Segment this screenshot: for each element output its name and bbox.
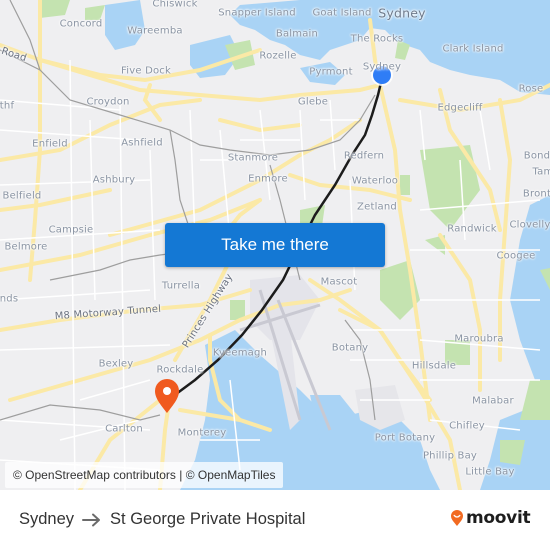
place-label: Wareemba [127,25,183,37]
place-label: Tam [532,166,550,178]
place-label: Port Botany [374,432,436,444]
brand-name: moovit [466,508,531,528]
place-label: Bront [522,188,550,200]
moovit-logo[interactable]: moovit [450,508,531,528]
take-me-there-button[interactable]: Take me there [165,223,385,267]
place-label: Enfield [32,138,68,150]
place-label: Randwick [447,223,497,235]
place-label: Bexley [98,358,134,370]
place-label: Chifley [449,420,485,432]
place-label: Redfern [343,150,385,162]
place-label: Maroubra [454,333,504,345]
place-label: Glebe [297,96,329,108]
arrow-right-icon [82,513,102,527]
place-label: Rose [518,83,544,95]
place-label: Little Bay [465,466,515,478]
destination-pin-icon[interactable] [155,379,179,413]
map-attribution: © OpenStreetMap contributors | © OpenMap… [5,462,284,488]
place-label: Monterey [177,427,227,439]
place-label: Mascot [320,276,358,288]
origin-name: Sydney [19,510,75,528]
place-label: Rozelle [259,50,297,62]
place-label: Enmore [248,173,288,185]
place-label: Hillsdale [411,360,457,372]
place-label: Clovelly [509,219,550,231]
place-label: Chiswick [152,0,198,10]
place-label: Kyeemagh [212,347,268,359]
place-label: Concord [59,18,103,30]
place-label: Coogee [496,250,536,262]
place-label: Goat Island [312,7,372,19]
place-label: Croydon [86,96,130,108]
place-label: Edgecliff [437,102,483,114]
place-label: Ashbury [92,174,136,186]
place-label: Phillip Bay [422,450,478,462]
place-label-city: Sydney [378,5,426,21]
place-label: Belfield [2,190,42,202]
place-label: Clark Island [442,43,504,55]
place-label: Pyrmont [309,66,353,78]
place-label: Belmore [4,241,48,253]
place-label: Malabar [472,395,514,407]
place-label: Rockdale [156,364,204,376]
place-label: Bond [523,150,550,162]
place-label: Stanmore [227,152,279,164]
place-label: Zetland [357,201,397,213]
place-label: Snapper Island [218,7,296,19]
route-summary: Sydney St George Private Hospital [19,510,305,529]
destination-name: St George Private Hospital [110,510,306,528]
place-label: Five Dock [121,65,171,77]
place-label: Campsie [48,224,94,236]
place-label: Ashfield [121,137,163,149]
attribution-text: © OpenStreetMap contributors | © OpenMap… [13,468,276,482]
place-label: Balmain [275,28,319,40]
place-label: nds [0,293,19,305]
place-label: thf [0,100,15,112]
place-label: Turrella [161,280,201,292]
map[interactable]: Chiswick Snapper Island Goat Island Sydn… [0,0,550,490]
place-label: Carlton [105,423,143,435]
place-label: Sydney [362,61,402,73]
place-label: The Rocks [350,33,404,45]
place-label: Waterloo [351,175,399,187]
moovit-pin-icon [450,509,464,527]
place-label: Botany [331,342,369,354]
